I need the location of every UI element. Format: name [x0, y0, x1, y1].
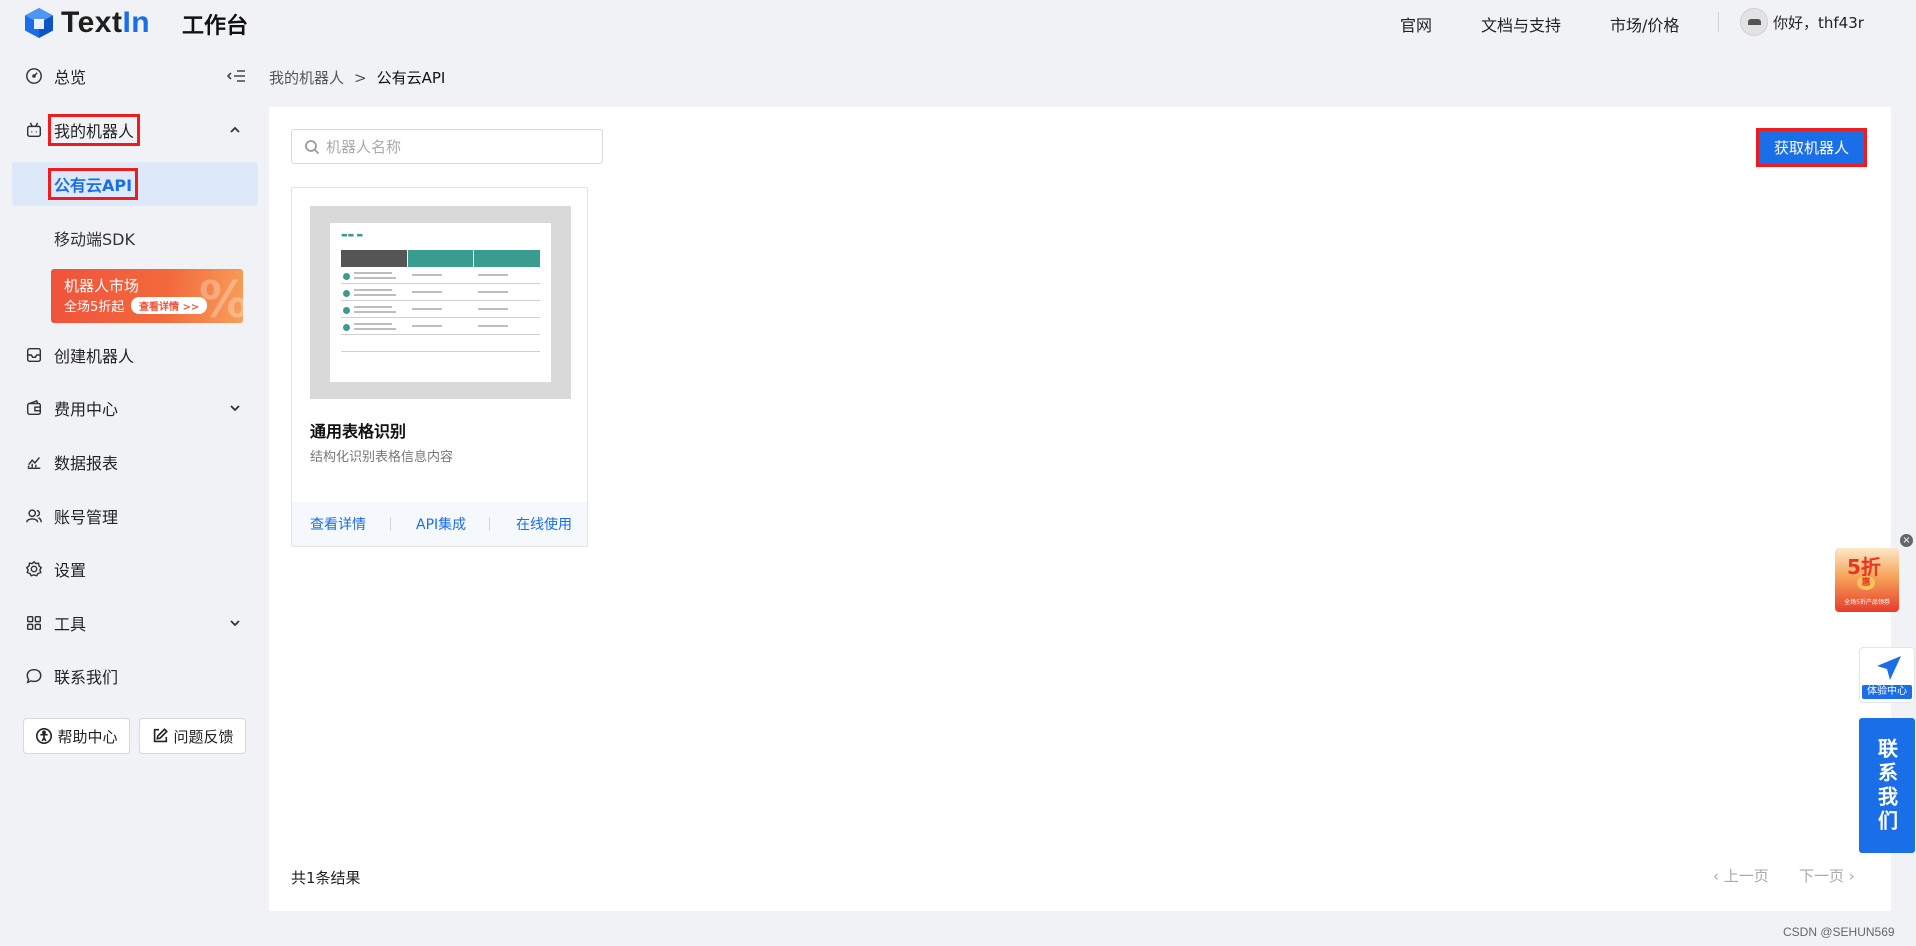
- sidebar-item-label: 费用中心: [54, 400, 119, 419]
- nav-docs-support[interactable]: 文档与支持: [1481, 12, 1561, 36]
- robot-icon: [24, 120, 44, 140]
- card-thumbnail: ▬▬ ▬: [310, 206, 571, 399]
- edit-icon: [154, 728, 169, 743]
- get-robot-button[interactable]: 获取机器人: [1756, 128, 1867, 167]
- wallet-icon: [24, 398, 44, 418]
- help-center-button[interactable]: 帮助中心: [23, 718, 130, 754]
- chart-icon: [24, 452, 44, 472]
- get-robot-label: 获取机器人: [1773, 139, 1849, 157]
- sidebar-item-reports[interactable]: 数据报表: [0, 440, 270, 484]
- view-details-link[interactable]: 查看详情: [310, 514, 366, 534]
- sidebar-item-label: 设置: [54, 561, 87, 580]
- contact-us-label: 联系我们: [1874, 737, 1899, 834]
- card-description: 结构化识别表格信息内容: [310, 450, 454, 465]
- search-icon: [305, 139, 320, 154]
- promo-view-details-button[interactable]: 查看详情 >>: [131, 297, 208, 314]
- api-integration-link[interactable]: API集成: [416, 514, 466, 534]
- sidebar-item-accounts[interactable]: 账号管理: [0, 494, 270, 538]
- sidebar-subitem-public-cloud-api[interactable]: 公有云API: [12, 162, 258, 206]
- search-input[interactable]: [326, 137, 586, 156]
- sidebar-item-my-robots[interactable]: 我的机器人: [0, 108, 270, 152]
- robot-search-box[interactable]: [291, 129, 603, 164]
- nav-official-site[interactable]: 官网: [1400, 12, 1432, 36]
- send-arrow-icon: [1877, 656, 1901, 680]
- sidebar-item-label: 账号管理: [54, 508, 119, 527]
- breadcrumb: 我的机器人 > 公有云API: [269, 67, 445, 88]
- promo-subtitle: 全场5折起: [64, 300, 125, 315]
- divider: [489, 517, 490, 531]
- sidebar-subitem-mobile-sdk[interactable]: 移动端SDK: [12, 216, 258, 260]
- sidebar: 总览 我的机器人 公有云API 移动端SDK 机器人市场 全场5折起 查看详情 …: [0, 0, 270, 890]
- sidebar-item-label: 数据报表: [54, 454, 119, 473]
- chevron-down-icon: [228, 616, 242, 630]
- feedback-button[interactable]: 问题反馈: [139, 718, 246, 754]
- breadcrumb-parent[interactable]: 我的机器人: [269, 67, 344, 88]
- main-panel: 获取机器人 ▬▬ ▬: [269, 107, 1891, 911]
- gear-icon: [24, 559, 44, 579]
- percent-decoration: %: [199, 271, 243, 323]
- collapse-sidebar-icon[interactable]: [226, 68, 246, 84]
- robot-card[interactable]: ▬▬ ▬ 通用表格识别 结构化识别表格信息内容 查看详情 API集成 在线使用: [291, 187, 588, 547]
- sidebar-item-settings[interactable]: 设置: [0, 547, 270, 591]
- chevron-up-icon: [228, 123, 242, 137]
- prev-page-button[interactable]: ‹ 上一页: [1713, 865, 1769, 886]
- user-greeting: 你好，thf43r: [1773, 13, 1864, 32]
- help-center-label: 帮助中心: [57, 727, 118, 746]
- close-icon[interactable]: ×: [1900, 534, 1913, 547]
- robot-market-promo-banner[interactable]: 机器人市场 全场5折起 查看详情 >> %: [51, 269, 243, 323]
- next-page-button[interactable]: 下一页 ›: [1799, 865, 1855, 886]
- sidebar-item-label: 创建机器人: [54, 347, 135, 366]
- discount-coupon-widget[interactable]: 5折 惠 全场5折产品领券: [1835, 548, 1899, 612]
- create-robot-icon: [24, 345, 44, 365]
- divider: [1718, 12, 1719, 32]
- divider: [390, 517, 391, 531]
- discount-caption: 全场5折产品领券: [1844, 599, 1890, 606]
- coupon-coin-icon: 惠: [1857, 576, 1875, 590]
- sidebar-item-contact-us[interactable]: 联系我们: [0, 654, 270, 698]
- avatar: [1740, 8, 1768, 36]
- table-preview-image: ▬▬ ▬: [330, 223, 551, 382]
- top-bar: TextIn 工作台 官网 文档与支持 市场/价格 你好，thf43r: [0, 0, 1916, 46]
- watermark: CSDN @SEHUN569: [1783, 925, 1895, 939]
- accessibility-icon: [36, 727, 53, 745]
- sidebar-item-label: 总览: [54, 68, 87, 87]
- contact-us-widget[interactable]: 联系我们: [1859, 718, 1915, 853]
- card-title: 通用表格识别: [310, 422, 407, 441]
- sidebar-subitem-label: 公有云API: [48, 168, 139, 200]
- promo-title: 机器人市场: [64, 277, 140, 295]
- card-actions: 查看详情 API集成 在线使用: [292, 502, 587, 546]
- breadcrumb-current: 公有云API: [376, 69, 446, 87]
- sidebar-item-label: 我的机器人: [48, 114, 141, 146]
- dashboard-icon: [24, 66, 44, 86]
- experience-center-widget[interactable]: 体验中心: [1859, 647, 1915, 703]
- experience-center-label: 体验中心: [1862, 685, 1912, 699]
- grid-icon: [24, 613, 44, 633]
- feedback-label: 问题反馈: [173, 727, 234, 746]
- users-icon: [24, 506, 44, 526]
- sidebar-item-label: 工具: [54, 615, 87, 634]
- breadcrumb-separator: >: [354, 68, 367, 87]
- chevron-down-icon: [228, 401, 242, 415]
- sidebar-item-create-robot[interactable]: 创建机器人: [0, 333, 270, 377]
- sidebar-item-tools[interactable]: 工具: [0, 601, 270, 645]
- online-use-link[interactable]: 在线使用: [516, 514, 572, 534]
- nav-market-pricing[interactable]: 市场/价格: [1610, 12, 1679, 36]
- result-count: 共1条结果: [291, 869, 361, 887]
- sidebar-subitem-label: 移动端SDK: [54, 230, 135, 249]
- sidebar-item-label: 联系我们: [54, 668, 119, 687]
- user-menu[interactable]: 你好，thf43r: [1740, 8, 1864, 36]
- chat-icon: [24, 666, 44, 686]
- sidebar-item-billing[interactable]: 费用中心: [0, 386, 270, 430]
